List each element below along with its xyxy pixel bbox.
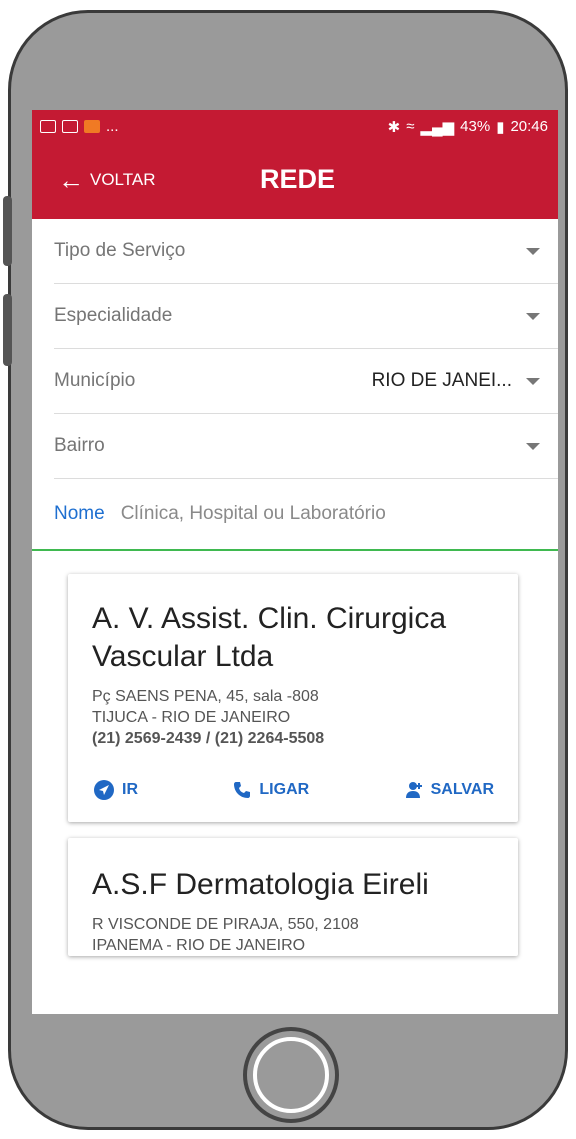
- provider-location: TIJUCA - RIO DE JANEIRO: [92, 709, 291, 726]
- app-bar: ← VOLTAR REDE: [32, 143, 558, 219]
- dropdown-arrow-icon: [526, 442, 540, 450]
- add-contact-icon: [405, 782, 422, 798]
- mail-notification-icon: [62, 120, 78, 133]
- provider-name: A.S.F Dermatologia Eireli: [92, 868, 429, 901]
- back-button[interactable]: ← VOLTAR: [58, 167, 156, 193]
- home-button[interactable]: [243, 1027, 339, 1123]
- provider-phones: (21) 2569-2439 / (21) 2264-5508: [92, 730, 325, 747]
- back-label: VOLTAR: [90, 170, 156, 189]
- page-title: REDE: [260, 164, 336, 194]
- results-list: A. V. Assist. Clin. Cirurgica Vascular L…: [32, 551, 558, 956]
- directions-label: IR: [122, 781, 138, 798]
- status-bar: ... ✱ ≈ ▂▄▆ 43% ▮ 20:46: [32, 110, 558, 143]
- neighborhood-label: Bairro: [54, 435, 105, 456]
- home-button-ring: [253, 1037, 329, 1113]
- battery-level: 43%: [460, 118, 491, 135]
- dropdown-arrow-icon: [526, 247, 540, 255]
- municipality-value: RIO DE JANEI...: [371, 370, 512, 391]
- app-notification-icon: [84, 120, 100, 133]
- municipality-label: Município: [54, 370, 136, 391]
- dropdown-arrow-icon: [526, 377, 540, 385]
- battery-icon: ▮: [496, 118, 505, 136]
- app-screen: ... ✱ ≈ ▂▄▆ 43% ▮ 20:46 ← VOLTAR REDE Ti…: [32, 110, 558, 1014]
- wifi-signal-icon: ≈: [406, 118, 415, 135]
- provider-address: R VISCONDE DE PIRAJA, 550, 2108: [92, 916, 359, 933]
- more-notifications-text: ...: [106, 118, 119, 135]
- provider-card: A.S.F Dermatologia Eireli R VISCONDE DE …: [68, 838, 518, 956]
- save-contact-button[interactable]: SALVAR: [405, 780, 494, 800]
- service-type-select[interactable]: Tipo de Serviço: [54, 219, 558, 284]
- phone-icon: [234, 782, 251, 798]
- municipality-select[interactable]: Município RIO DE JANEI...: [54, 349, 558, 414]
- volume-down-button: [3, 294, 12, 366]
- clock: 20:46: [510, 118, 548, 135]
- specialty-select[interactable]: Especialidade: [54, 284, 558, 349]
- provider-card: A. V. Assist. Clin. Cirurgica Vascular L…: [68, 574, 518, 822]
- bluetooth-icon: ✱: [387, 118, 401, 136]
- navigation-icon: [94, 780, 114, 800]
- filter-list: Tipo de Serviço Especialidade Município …: [32, 219, 558, 479]
- save-contact-label: SALVAR: [430, 781, 494, 798]
- name-search-placeholder[interactable]: Clínica, Hospital ou Laboratório: [121, 503, 386, 525]
- call-button[interactable]: LIGAR: [233, 780, 309, 800]
- volume-up-button: [3, 196, 12, 266]
- neighborhood-select[interactable]: Bairro: [54, 414, 558, 479]
- name-search-field[interactable]: Nome Clínica, Hospital ou Laboratório: [32, 479, 558, 551]
- directions-button[interactable]: IR: [94, 780, 138, 800]
- specialty-label: Especialidade: [54, 305, 173, 326]
- dropdown-arrow-icon: [526, 312, 540, 320]
- card-actions: IR LIGAR SALVAR: [68, 750, 518, 822]
- call-label: LIGAR: [259, 781, 310, 798]
- provider-location: IPANEMA - RIO DE JANEIRO: [92, 937, 306, 954]
- name-search-label: Nome: [54, 503, 105, 524]
- gallery-notification-icon: [40, 120, 56, 133]
- cell-signal-icon: ▂▄▆: [420, 118, 455, 136]
- provider-address: Pç SAENS PENA, 45, sala -808: [92, 688, 319, 705]
- service-type-label: Tipo de Serviço: [54, 240, 186, 261]
- provider-name: A. V. Assist. Clin. Cirurgica Vascular L…: [92, 602, 447, 673]
- arrow-left-icon: ←: [58, 165, 84, 195]
